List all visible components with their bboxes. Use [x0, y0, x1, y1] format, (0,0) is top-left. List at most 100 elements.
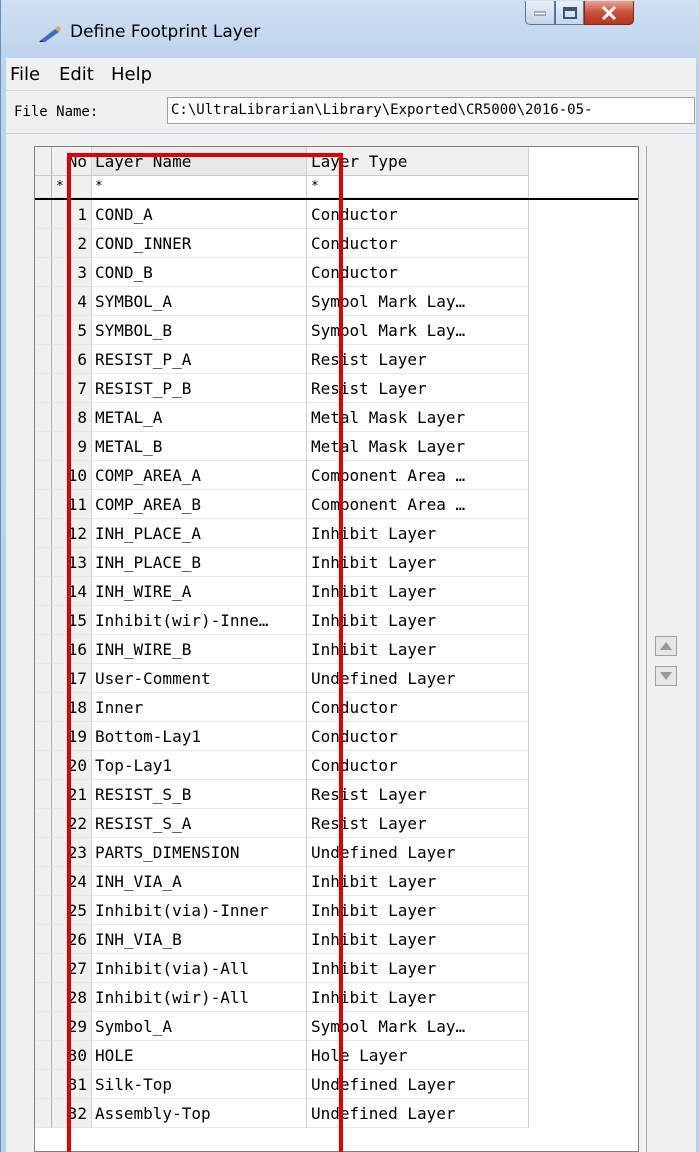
- row-number[interactable]: 7: [52, 374, 92, 403]
- row-layer-name[interactable]: RESIST_S_A: [92, 809, 307, 838]
- table-row[interactable]: 16 INH_WIRE_B Inhibit Layer: [35, 635, 638, 664]
- row-layer-name[interactable]: COND_B: [92, 258, 307, 287]
- row-layer-name[interactable]: COND_A: [92, 200, 307, 229]
- row-layer-name[interactable]: INH_VIA_A: [92, 867, 307, 896]
- row-layer-type[interactable]: Symbol Mark Lay…: [307, 316, 529, 345]
- filter-layer-type[interactable]: *: [307, 176, 529, 198]
- menu-edit[interactable]: Edit: [59, 64, 94, 85]
- row-layer-name[interactable]: User-Comment: [92, 664, 307, 693]
- row-layer-type[interactable]: Component Area …: [307, 490, 529, 519]
- table-row[interactable]: 5 SYMBOL_B Symbol Mark Lay…: [35, 316, 638, 345]
- table-row[interactable]: 32 Assembly-Top Undefined Layer: [35, 1099, 638, 1128]
- row-layer-name[interactable]: METAL_B: [92, 432, 307, 461]
- row-layer-name[interactable]: COND_INNER: [92, 229, 307, 258]
- table-row[interactable]: 2 COND_INNER Conductor: [35, 229, 638, 258]
- row-number[interactable]: 21: [52, 780, 92, 809]
- scroll-down-button[interactable]: [655, 666, 677, 686]
- row-number[interactable]: 31: [52, 1070, 92, 1099]
- table-row[interactable]: 25 Inhibit(via)-Inner Inhibit Layer: [35, 896, 638, 925]
- row-layer-type[interactable]: Resist Layer: [307, 809, 529, 838]
- table-row[interactable]: 12 INH_PLACE_A Inhibit Layer: [35, 519, 638, 548]
- table-row[interactable]: 24 INH_VIA_A Inhibit Layer: [35, 867, 638, 896]
- table-row[interactable]: 3 COND_B Conductor: [35, 258, 638, 287]
- row-layer-name[interactable]: Symbol_A: [92, 1012, 307, 1041]
- row-layer-type[interactable]: Hole Layer: [307, 1041, 529, 1070]
- row-layer-type[interactable]: Inhibit Layer: [307, 867, 529, 896]
- row-number[interactable]: 30: [52, 1041, 92, 1070]
- filter-no[interactable]: *: [52, 176, 92, 198]
- title-bar[interactable]: Define Footprint Layer: [1, 0, 699, 58]
- row-layer-name[interactable]: Assembly-Top: [92, 1099, 307, 1128]
- row-layer-type[interactable]: Inhibit Layer: [307, 954, 529, 983]
- row-number[interactable]: 32: [52, 1099, 92, 1128]
- row-number[interactable]: 8: [52, 403, 92, 432]
- header-no[interactable]: No: [52, 147, 92, 176]
- row-number[interactable]: 19: [52, 722, 92, 751]
- maximize-button[interactable]: [555, 1, 584, 25]
- row-layer-type[interactable]: Inhibit Layer: [307, 519, 529, 548]
- table-row[interactable]: 21 RESIST_S_B Resist Layer: [35, 780, 638, 809]
- row-number[interactable]: 10: [52, 461, 92, 490]
- header-layer-type[interactable]: Layer Type: [307, 147, 529, 176]
- row-layer-name[interactable]: Inhibit(wir)-Inne…: [92, 606, 307, 635]
- row-layer-type[interactable]: Inhibit Layer: [307, 635, 529, 664]
- table-row[interactable]: 4 SYMBOL_A Symbol Mark Lay…: [35, 287, 638, 316]
- row-layer-name[interactable]: Bottom-Lay1: [92, 722, 307, 751]
- table-row[interactable]: 15 Inhibit(wir)-Inne… Inhibit Layer: [35, 606, 638, 635]
- row-number[interactable]: 18: [52, 693, 92, 722]
- table-row[interactable]: 30 HOLE Hole Layer: [35, 1041, 638, 1070]
- row-number[interactable]: 14: [52, 577, 92, 606]
- row-layer-name[interactable]: Inhibit(via)-All: [92, 954, 307, 983]
- row-layer-name[interactable]: RESIST_P_A: [92, 345, 307, 374]
- row-layer-name[interactable]: Silk-Top: [92, 1070, 307, 1099]
- row-layer-type[interactable]: Inhibit Layer: [307, 606, 529, 635]
- header-layer-name[interactable]: Layer Name: [92, 147, 307, 176]
- table-row[interactable]: 8 METAL_A Metal Mask Layer: [35, 403, 638, 432]
- row-number[interactable]: 3: [52, 258, 92, 287]
- menu-file[interactable]: File: [10, 64, 40, 85]
- table-row[interactable]: 1 COND_A Conductor: [35, 200, 638, 229]
- row-layer-type[interactable]: Symbol Mark Lay…: [307, 1012, 529, 1041]
- row-layer-name[interactable]: SYMBOL_B: [92, 316, 307, 345]
- row-layer-type[interactable]: Conductor: [307, 693, 529, 722]
- row-number[interactable]: 2: [52, 229, 92, 258]
- minimize-button[interactable]: [525, 1, 555, 25]
- file-name-field[interactable]: C:\UltraLibrarian\Library\Exported\CR500…: [167, 97, 695, 124]
- row-number[interactable]: 20: [52, 751, 92, 780]
- row-layer-name[interactable]: METAL_A: [92, 403, 307, 432]
- table-row[interactable]: 11 COMP_AREA_B Component Area …: [35, 490, 638, 519]
- row-layer-name[interactable]: Inhibit(via)-Inner: [92, 896, 307, 925]
- row-layer-type[interactable]: Resist Layer: [307, 780, 529, 809]
- row-layer-type[interactable]: Metal Mask Layer: [307, 432, 529, 461]
- row-number[interactable]: 22: [52, 809, 92, 838]
- layer-table[interactable]: No Layer Name Layer Type * * * 1 COND_A Co…: [34, 146, 639, 1152]
- row-number[interactable]: 13: [52, 548, 92, 577]
- row-layer-name[interactable]: HOLE: [92, 1041, 307, 1070]
- row-layer-type[interactable]: Conductor: [307, 751, 529, 780]
- table-row[interactable]: 26 INH_VIA_B Inhibit Layer: [35, 925, 638, 954]
- row-layer-type[interactable]: Conductor: [307, 229, 529, 258]
- table-row[interactable]: 14 INH_WIRE_A Inhibit Layer: [35, 577, 638, 606]
- row-number[interactable]: 4: [52, 287, 92, 316]
- row-layer-name[interactable]: COMP_AREA_A: [92, 461, 307, 490]
- row-layer-name[interactable]: Inner: [92, 693, 307, 722]
- table-row[interactable]: 20 Top-Lay1 Conductor: [35, 751, 638, 780]
- table-row[interactable]: 13 INH_PLACE_B Inhibit Layer: [35, 548, 638, 577]
- row-layer-name[interactable]: SYMBOL_A: [92, 287, 307, 316]
- scroll-up-button[interactable]: [655, 636, 677, 656]
- row-layer-name[interactable]: RESIST_P_B: [92, 374, 307, 403]
- row-layer-type[interactable]: Component Area …: [307, 461, 529, 490]
- row-layer-name[interactable]: INH_PLACE_B: [92, 548, 307, 577]
- row-layer-name[interactable]: INH_WIRE_B: [92, 635, 307, 664]
- row-number[interactable]: 1: [52, 200, 92, 229]
- filter-layer-name[interactable]: *: [92, 176, 307, 198]
- row-number[interactable]: 28: [52, 983, 92, 1012]
- row-number[interactable]: 9: [52, 432, 92, 461]
- row-number[interactable]: 24: [52, 867, 92, 896]
- row-number[interactable]: 27: [52, 954, 92, 983]
- row-number[interactable]: 11: [52, 490, 92, 519]
- row-layer-type[interactable]: Inhibit Layer: [307, 577, 529, 606]
- row-number[interactable]: 12: [52, 519, 92, 548]
- close-button[interactable]: [584, 1, 634, 25]
- row-layer-type[interactable]: Inhibit Layer: [307, 983, 529, 1012]
